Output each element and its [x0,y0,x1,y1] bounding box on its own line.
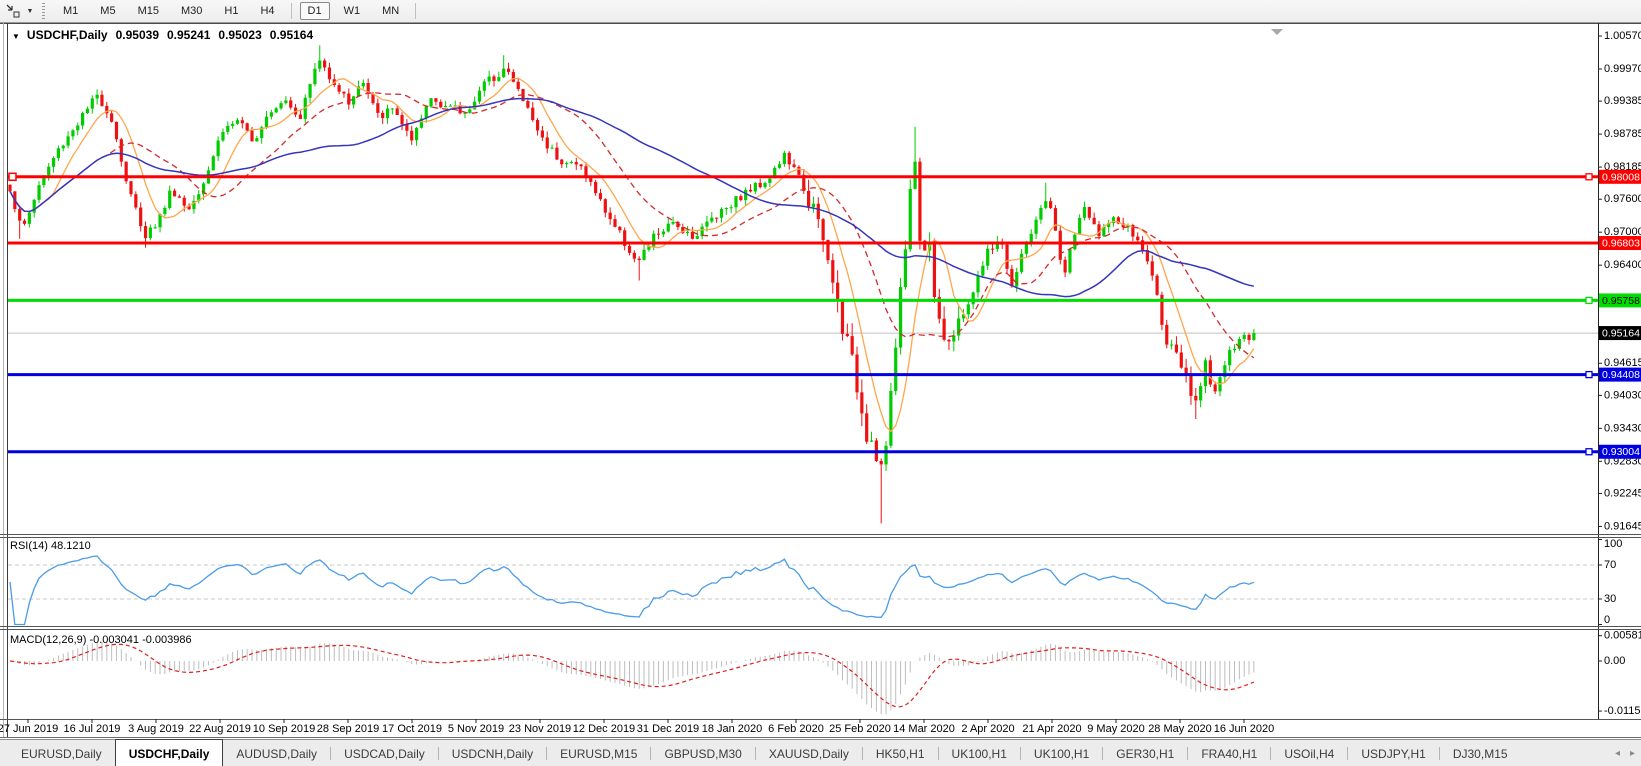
y-tick-label: 0.94615 [1604,357,1641,369]
x-tick-label: 16 Jun 2020 [1214,723,1275,735]
timeframe-toolbar: ▼ M1 M5 M15 M30 H1 H4 D1 W1 MN [0,0,1641,23]
y-tick-label: 0.97600 [1604,193,1641,205]
y-tick-label: 0.93430 [1604,422,1641,434]
y-tick-label: 0.98785 [1604,128,1641,140]
tab-eurusd-m15[interactable]: EURUSD,M15 [547,740,650,766]
x-tick-label: 17 Oct 2019 [382,723,442,735]
toolbar-separator [290,3,292,19]
timeframe-button-h1[interactable]: H1 [216,2,246,20]
tab-usdcad-daily[interactable]: USDCAD,Daily [331,740,438,766]
y-tick-label: 0.99385 [1604,95,1641,107]
tab-usdchf-daily[interactable]: USDCHF,Daily [114,739,224,766]
x-tick-label: 14 Mar 2020 [893,723,955,735]
chart-scroll-dropdown-icon[interactable]: ▼ [23,8,37,15]
timeframe-button-m5[interactable]: M5 [92,2,123,20]
toolbar-separator [415,3,417,19]
hline-handle-right[interactable] [1585,448,1593,456]
x-tick-label: 28 May 2020 [1148,723,1212,735]
x-tick-label: 31 Dec 2019 [637,723,699,735]
x-tick-label: 18 Jan 2020 [702,723,763,735]
tab-uk100-h1-2[interactable]: UK100,H1 [1021,740,1102,766]
rsi-tick-label: 0 [1604,614,1610,626]
tab-hk50-h1[interactable]: HK50,H1 [863,740,938,766]
y-tick-label: 0.94030 [1604,389,1641,401]
hline-handle-left[interactable] [8,172,17,182]
x-tick-label: 22 Aug 2019 [189,723,251,735]
toolbar-grip [41,3,46,19]
price-badge-0.95758: 0.95758 [1602,295,1640,307]
timeframe-button-mn[interactable]: MN [374,2,407,20]
x-tick-label: 6 Feb 2020 [768,723,824,735]
timeframe-button-m1[interactable]: M1 [55,2,86,20]
chart-window[interactable]: 1.00570 0.99970 0.99385 0.98785 0.98185 0.976… [0,23,1641,739]
x-tick-label: 27 Jun 2019 [0,723,58,735]
macd-indicator-label: MACD(12,26,9) -0.003041 -0.003986 [10,634,192,646]
tab-xauusd-daily[interactable]: XAUUSD,Daily [756,740,862,766]
tab-usdcnh-daily[interactable]: USDCNH,Daily [439,740,546,766]
chart-scroll-icon[interactable] [3,2,23,20]
ohlc-high: 0.95241 [167,28,211,42]
hline-handle-right[interactable] [1585,296,1593,305]
x-tick-label: 28 Sep 2019 [317,723,379,735]
symbol-name: USDCHF,Daily [26,28,108,42]
rsi-indicator-label: RSI(14) 48.1210 [10,540,91,552]
tab-ger30-h1[interactable]: GER30,H1 [1103,740,1187,766]
tab-usdjpy-h1[interactable]: USDJPY,H1 [1348,740,1438,766]
price-badge-0.98008: 0.98008 [1602,171,1640,183]
symbol-tabbar: EURUSD,Daily USDCHF,Daily AUDUSD,Daily USDC… [0,739,1641,766]
tab-usoil-h4[interactable]: USOil,H4 [1271,740,1347,766]
timeframe-button-m30[interactable]: M30 [173,2,210,20]
tab-uk100-h1[interactable]: UK100,H1 [939,740,1020,766]
timeframe-button-w1[interactable]: W1 [336,2,369,20]
x-tick-label: 9 May 2020 [1087,723,1144,735]
y-tick-label: 1.00570 [1604,30,1641,42]
y-tick-label: 0.96400 [1604,259,1641,271]
x-tick-label: 21 Apr 2020 [1022,723,1081,735]
price-badge-0.93004: 0.93004 [1602,446,1640,458]
price-badge-0.96803: 0.96803 [1602,238,1640,250]
x-tick-label: 10 Sep 2019 [253,723,315,735]
hline-handle-right[interactable] [1585,370,1593,379]
macd-tick-label: 0.00 [1604,655,1625,667]
rsi-tick-label: 100 [1604,538,1622,550]
ohlc-open: 0.95039 [115,28,159,42]
x-tick-label: 2 Apr 2020 [961,723,1014,735]
symbol-dropdown-icon[interactable]: ▼ [12,32,20,41]
timeframe-button-h4[interactable]: H4 [252,2,282,20]
macd-tick-label: 0.005818 [1604,630,1641,642]
tab-dj30-m15[interactable]: DJ30,M15 [1440,740,1521,766]
ohlc-close: 0.95164 [269,28,314,42]
price-badge-0.95164: 0.95164 [1602,328,1640,340]
price-badge-0.94408: 0.94408 [1602,369,1640,381]
tab-fra40-h1[interactable]: FRA40,H1 [1188,740,1270,766]
chart-canvas[interactable]: 1.005700.999700.993850.987850.981850.976… [0,23,1641,739]
tab-eurusd-daily[interactable]: EURUSD,Daily [8,740,115,766]
tab-scroll-right-icon[interactable]: ▸ [1630,748,1635,759]
rsi-tick-label: 70 [1604,559,1616,571]
x-tick-label: 12 Dec 2019 [573,723,635,735]
y-tick-label: 0.91645 [1604,520,1641,532]
x-tick-label: 3 Aug 2019 [128,723,184,735]
timeframe-button-d1[interactable]: D1 [299,2,330,20]
tab-gbpusd-m30[interactable]: GBPUSD,M30 [651,740,754,766]
x-tick-label: 25 Feb 2020 [829,723,891,735]
timeframe-button-m15[interactable]: M15 [130,2,167,20]
hline-handle-right[interactable] [1585,173,1593,181]
y-tick-label: 0.99970 [1604,63,1641,75]
macd-tick-label: -0.011514 [1604,705,1641,717]
x-tick-label: 23 Nov 2019 [509,723,571,735]
x-tick-label: 5 Nov 2019 [448,723,504,735]
tab-audusd-daily[interactable]: AUDUSD,Daily [223,740,330,766]
rsi-tick-label: 30 [1604,593,1616,605]
chart-ohlc-title: ▼ USDCHF,Daily 0.95039 0.95241 0.95023 0.9516… [12,28,313,42]
tab-scroll-left-icon[interactable]: ◂ [1615,748,1620,759]
y-tick-label: 0.92245 [1604,487,1641,499]
x-tick-label: 16 Jul 2019 [64,723,121,735]
ohlc-low: 0.95023 [218,28,262,42]
